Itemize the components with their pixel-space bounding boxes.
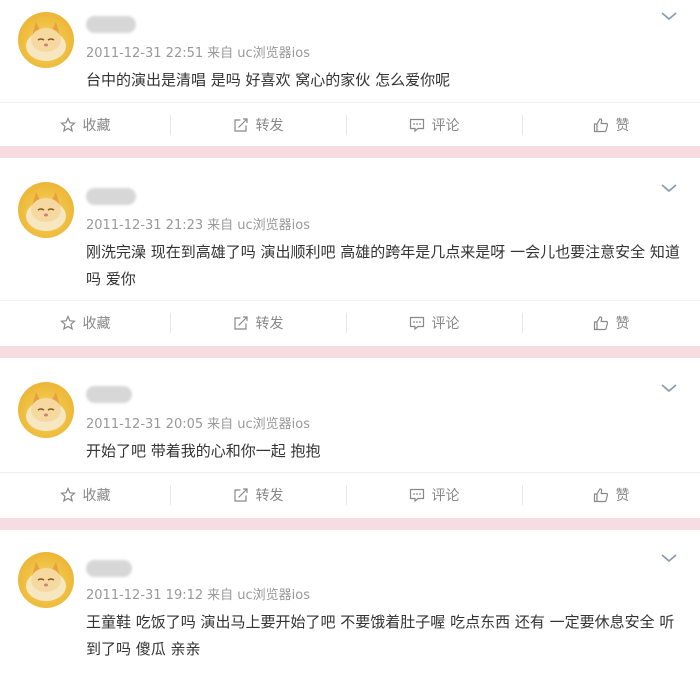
post-timestamp[interactable]: 2011-12-31 19:12 — [86, 588, 203, 603]
repost-label: 转发 — [255, 316, 284, 332]
post-card: 2011-12-31 19:12 来自 uc浏览器ios 王童鞋 吃饭了吗 演出马… — [0, 530, 700, 676]
avatar[interactable] — [18, 382, 74, 438]
post-timestamp[interactable]: 2011-12-31 22:51 — [86, 46, 203, 61]
thumbs-up-icon — [593, 118, 608, 133]
repost-icon — [233, 316, 248, 330]
favorite-button[interactable]: 收藏 — [0, 473, 170, 517]
post-text: 王童鞋 吃饭了吗 演出马上要开始了吧 不要饿着肚子喔 吃点东西 还有 一定要休息… — [86, 613, 675, 658]
avatar[interactable] — [18, 12, 74, 68]
like-button[interactable]: 赞 — [522, 473, 700, 517]
post-source: 来自 uc浏览器ios — [207, 588, 311, 603]
action-bar: 收藏 转发 评论 赞 — [0, 102, 700, 146]
star-icon — [59, 487, 76, 503]
post-card: 2011-12-31 20:05 来自 uc浏览器ios 开始了吧 带着我的心和你… — [0, 358, 700, 518]
like-label: 赞 — [615, 118, 630, 134]
post-text: 开始了吧 带着我的心和你一起 抱抱 — [86, 442, 321, 460]
post-source: 来自 uc浏览器ios — [207, 46, 311, 61]
chevron-down-icon[interactable] — [660, 10, 678, 22]
repost-icon — [233, 488, 248, 502]
cat-avatar-image — [26, 192, 66, 231]
post-text: 刚洗完澡 现在到高雄了吗 演出顺利吧 高雄的跨年是几点来是呀 一会儿也要注意安全… — [86, 243, 680, 288]
like-button[interactable]: 赞 — [522, 301, 700, 345]
favorite-label: 收藏 — [82, 488, 111, 504]
avatar[interactable] — [18, 552, 74, 608]
repost-label: 转发 — [255, 488, 284, 504]
favorite-label: 收藏 — [82, 118, 111, 134]
post-source: 来自 uc浏览器ios — [207, 218, 311, 233]
username-blurred[interactable] — [86, 386, 132, 403]
username-blurred[interactable] — [86, 16, 136, 33]
repost-label: 转发 — [255, 118, 284, 134]
chevron-down-icon[interactable] — [660, 182, 678, 194]
post-timestamp[interactable]: 2011-12-31 21:23 — [86, 218, 203, 233]
repost-icon — [233, 118, 248, 132]
comment-button[interactable]: 评论 — [346, 103, 522, 147]
post-text: 台中的演出是清唱 是吗 好喜欢 窝心的家伙 怎么爱你呢 — [86, 71, 451, 89]
cat-avatar-image — [26, 22, 66, 61]
comment-label: 评论 — [431, 118, 460, 134]
username-blurred[interactable] — [86, 188, 136, 205]
favorite-button[interactable]: 收藏 — [0, 301, 170, 345]
post-meta: 2011-12-31 20:05 来自 uc浏览器ios — [86, 417, 314, 433]
comment-icon — [409, 488, 424, 503]
post-separator — [0, 146, 700, 158]
action-bar: 收藏 转发 评论 赞 — [0, 300, 700, 344]
like-label: 赞 — [615, 488, 630, 504]
star-icon — [59, 117, 76, 133]
chevron-down-icon[interactable] — [660, 552, 678, 564]
post-timestamp[interactable]: 2011-12-31 20:05 — [86, 417, 203, 432]
post-meta: 2011-12-31 21:23 来自 uc浏览器ios — [86, 218, 314, 234]
repost-button[interactable]: 转发 — [170, 473, 346, 517]
post-meta: 2011-12-31 19:12 来自 uc浏览器ios — [86, 588, 314, 604]
favorite-label: 收藏 — [82, 316, 111, 332]
comment-label: 评论 — [431, 488, 460, 504]
like-label: 赞 — [615, 316, 630, 332]
repost-button[interactable]: 转发 — [170, 301, 346, 345]
action-bar: 收藏 转发 评论 赞 — [0, 472, 700, 516]
avatar[interactable] — [18, 182, 74, 238]
post-separator — [0, 518, 700, 530]
thumbs-up-icon — [593, 316, 608, 331]
post-separator — [0, 346, 700, 358]
comment-button[interactable]: 评论 — [346, 473, 522, 517]
post-source: 来自 uc浏览器ios — [207, 417, 311, 432]
cat-avatar-image — [26, 562, 66, 601]
like-button[interactable]: 赞 — [522, 103, 700, 147]
cat-avatar-image — [26, 392, 66, 431]
repost-button[interactable]: 转发 — [170, 103, 346, 147]
star-icon — [59, 315, 76, 331]
comment-button[interactable]: 评论 — [346, 301, 522, 345]
favorite-button[interactable]: 收藏 — [0, 103, 170, 147]
post-card: 2011-12-31 21:23 来自 uc浏览器ios 刚洗完澡 现在到高雄了吗… — [0, 158, 700, 346]
chevron-down-icon[interactable] — [660, 382, 678, 394]
thumbs-up-icon — [593, 488, 608, 503]
username-blurred[interactable] — [86, 560, 132, 577]
comment-icon — [409, 316, 424, 331]
comment-label: 评论 — [431, 316, 460, 332]
post-meta: 2011-12-31 22:51 来自 uc浏览器ios — [86, 46, 314, 62]
post-card: 2011-12-31 22:51 来自 uc浏览器ios 台中的演出是清唱 是吗 … — [0, 0, 700, 148]
comment-icon — [409, 118, 424, 133]
